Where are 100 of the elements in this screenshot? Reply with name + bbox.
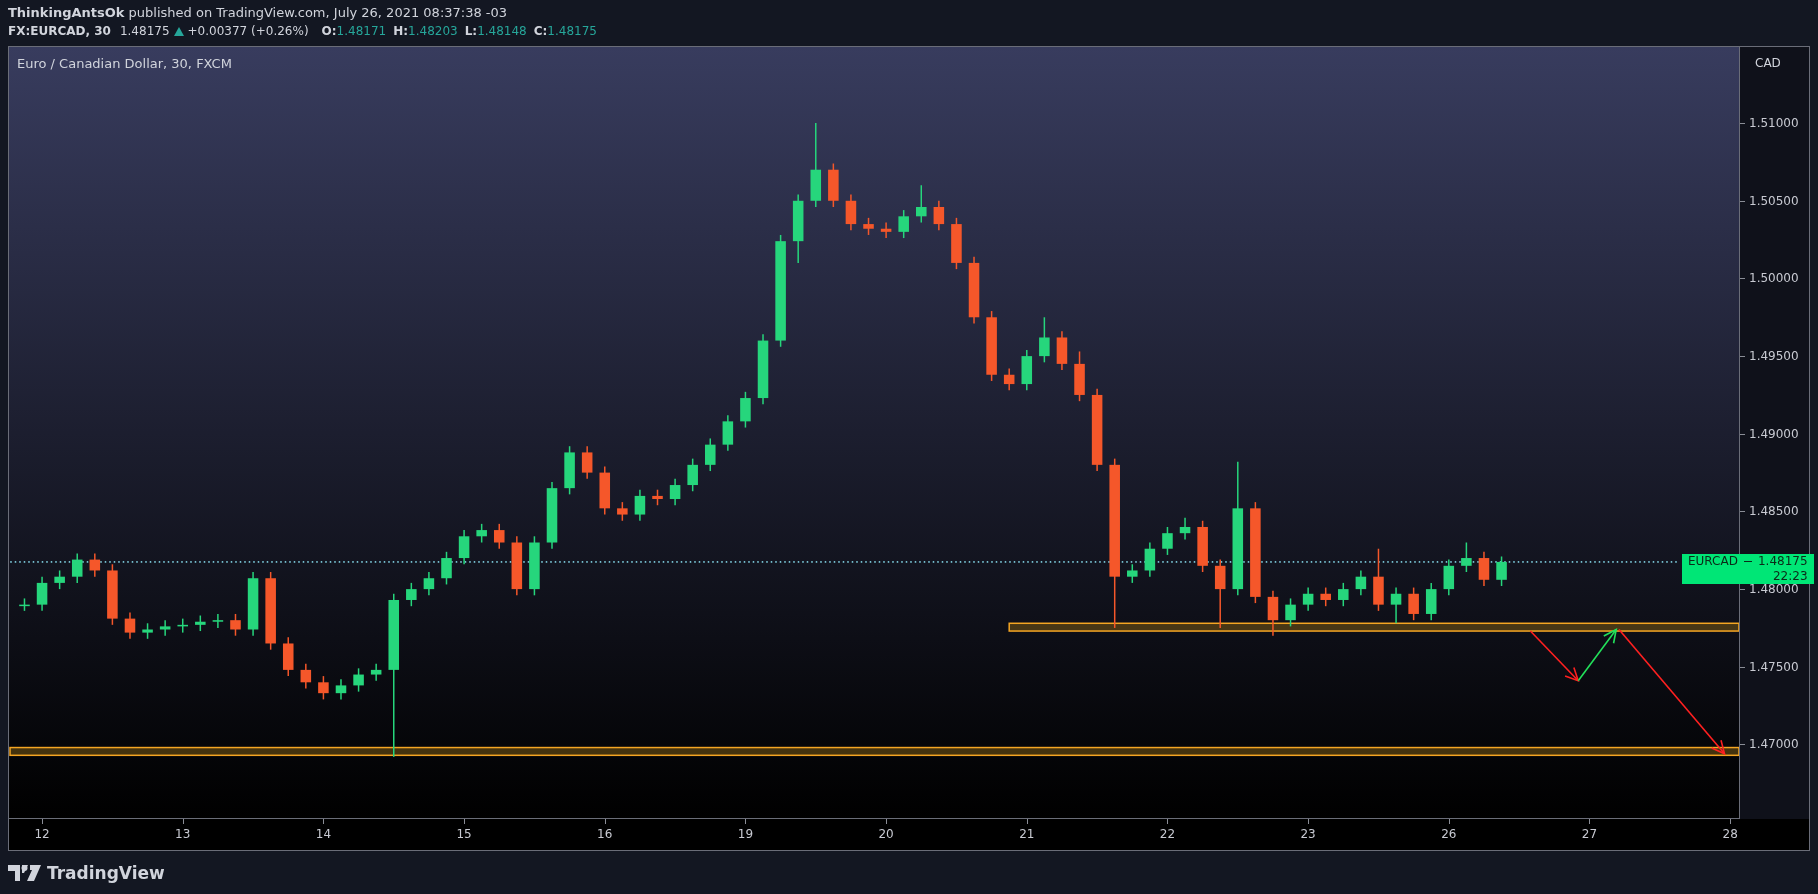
- candlestick: [652, 488, 663, 506]
- candlestick: [54, 569, 65, 590]
- candlestick: [458, 529, 470, 565]
- symbol-label: FX:EURCAD, 30: [8, 23, 111, 40]
- candlestick: [1127, 563, 1138, 584]
- candlestick: [1373, 547, 1384, 612]
- bar-countdown: 22:23: [1771, 568, 1808, 584]
- candlestick: [828, 162, 839, 208]
- ohlc-value: 1.48148: [477, 23, 527, 40]
- candlestick: [353, 667, 364, 693]
- candlestick: [933, 200, 945, 232]
- current-price: 1.48175: [1757, 553, 1808, 569]
- candlestick: [335, 678, 347, 701]
- candlestick: [212, 613, 224, 629]
- candlestick: [705, 437, 716, 472]
- candlestick: [1478, 551, 1490, 587]
- price-axis-label: 1.47500: [1749, 658, 1799, 675]
- candlestick: [89, 552, 101, 578]
- last-price: 1.48175: [119, 23, 170, 40]
- candlestick: [494, 523, 505, 550]
- candlestick: [423, 571, 435, 597]
- candlestick: [792, 193, 804, 264]
- price-axis-label: 1.50500: [1749, 192, 1799, 209]
- candlestick: [669, 478, 681, 506]
- ohlc-label: L:: [464, 23, 478, 40]
- price-axis-label: 1.50000: [1749, 270, 1799, 287]
- candlestick: [1302, 586, 1314, 612]
- price-axis-label: 1.49000: [1749, 425, 1799, 442]
- candlestick: [1443, 558, 1455, 597]
- candlestick: [19, 597, 30, 612]
- candlestick: [1003, 367, 1015, 392]
- logo-icon: [8, 864, 41, 881]
- time-axis-label: 26: [1440, 827, 1458, 841]
- price-axis-label: 1.49500: [1749, 348, 1799, 365]
- ohlc-value: 1.48171: [336, 23, 387, 40]
- candlestick: [177, 617, 188, 634]
- candlestick: [1355, 569, 1367, 597]
- candlestick: [880, 221, 892, 239]
- candlestick: [757, 333, 769, 405]
- candlestick: [71, 552, 83, 584]
- price-axis-label: 1.47000: [1749, 736, 1799, 753]
- ohlc-label: O:: [321, 23, 337, 40]
- publisher-byline: ThinkingAntsOk published on TradingView.com, July 26, 2021 08:37:38 -03: [8, 4, 509, 22]
- candlestick: [617, 501, 628, 522]
- candlestick: [107, 563, 118, 626]
- candlestick: [1461, 541, 1472, 573]
- candlestick: [722, 414, 734, 452]
- candlestick: [318, 675, 329, 701]
- time-axis-label: 20: [877, 827, 895, 841]
- candlestick: [511, 535, 523, 597]
- time-axis-label: 19: [736, 827, 755, 841]
- time-axis-label: 23: [1299, 827, 1317, 841]
- candlestick: [1056, 330, 1068, 371]
- candlestick: [1039, 316, 1050, 364]
- candlestick: [986, 310, 997, 382]
- ohlc-label: C:: [533, 23, 548, 40]
- ohlc-value: 1.48203: [408, 23, 458, 40]
- candlestick: [282, 636, 294, 677]
- time-axis-label: 13: [174, 827, 192, 841]
- candlestick: [863, 217, 874, 236]
- candlestick: [529, 535, 540, 597]
- price-axis-label: 1.48500: [1749, 503, 1799, 520]
- candlestick: [546, 481, 558, 550]
- candlestick: [195, 614, 206, 632]
- candlestick: [581, 445, 593, 480]
- candlestick: [1320, 586, 1331, 607]
- candlestick: [247, 571, 259, 637]
- time-axis-label: 22: [1158, 827, 1177, 841]
- price-axis-label: 1.51000: [1749, 115, 1799, 132]
- time-axis-label: 16: [596, 827, 614, 841]
- time-axis-label: 12: [33, 827, 51, 841]
- time-axis-label: 15: [455, 827, 473, 841]
- candlestick: [300, 662, 312, 690]
- price-axis-label: 1.48000: [1749, 581, 1799, 598]
- candlestick: [564, 445, 575, 496]
- candlestick: [634, 488, 646, 522]
- candlestick: [740, 391, 751, 429]
- candlestick: [406, 582, 417, 607]
- candlestick: [124, 611, 136, 640]
- candlestick: [230, 613, 241, 637]
- arrow: [1529, 630, 1580, 683]
- candlestick: [441, 551, 452, 586]
- candlestick: [845, 193, 857, 232]
- ohlc-label: H:: [393, 23, 409, 40]
- candlestick: [1425, 582, 1437, 621]
- candlestick: [1021, 349, 1033, 392]
- candlestick: [1144, 541, 1156, 578]
- candlestick: [370, 662, 382, 682]
- candlestick: [1197, 520, 1208, 573]
- time-axis-label: 14: [314, 827, 333, 841]
- candlestick: [1074, 350, 1085, 402]
- candlestick: [1179, 516, 1191, 541]
- time-axis-label: 27: [1580, 827, 1599, 841]
- candlestick: [1408, 586, 1419, 621]
- candlestick: [1162, 526, 1173, 556]
- ohlc-value: 1.48175: [547, 23, 597, 40]
- candlestick: [36, 575, 48, 612]
- candlestick: [1214, 558, 1226, 629]
- candlestick: [916, 184, 927, 224]
- symbol-name: EURCAD: [1688, 553, 1738, 569]
